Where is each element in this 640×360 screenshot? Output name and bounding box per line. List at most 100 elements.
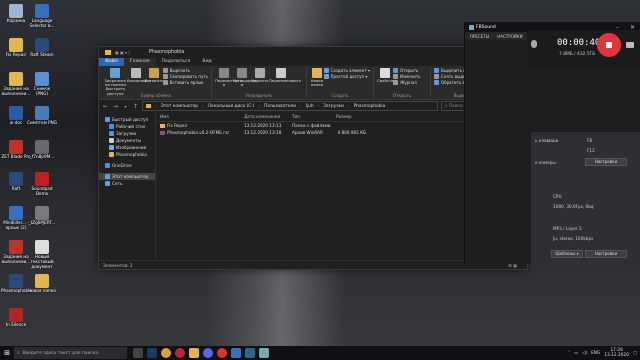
properties-button[interactable]: Свойства [377, 67, 396, 83]
column-type[interactable]: Тип [292, 114, 336, 119]
desktop-icon[interactable]: Language Selector в... [27, 2, 57, 30]
delete-button[interactable]: Удалить [251, 67, 269, 83]
nav-item[interactable]: OneDrive [99, 162, 155, 169]
app-icon [35, 72, 49, 86]
nav-item[interactable]: Phasmophobia [99, 151, 155, 158]
menu-settings[interactable]: НАСТРОЙКИ [497, 34, 522, 39]
paste-button[interactable]: Вставить [145, 67, 164, 83]
address-bar[interactable]: › Этот компьютер › Локальный диск (C:) › Поль… [142, 101, 438, 111]
opera-icon[interactable] [175, 348, 185, 358]
folder-icon [146, 104, 151, 108]
nav-item[interactable]: Быстрый доступ [99, 116, 155, 123]
hotkey-value-1[interactable]: F8 [587, 138, 592, 143]
taskbar-search[interactable]: ⌕ Введите здесь текст для поиска [14, 347, 127, 359]
forward-arrow-icon[interactable]: → [112, 103, 119, 110]
breadcrumb-item[interactable]: Загрузки [323, 104, 344, 109]
tab-home[interactable]: Главная [123, 58, 156, 66]
recent-chevron-icon[interactable]: ▾ [122, 104, 129, 109]
desktop-icon[interactable]: Новый текстовый документ [27, 238, 57, 269]
column-size[interactable]: Размер [336, 114, 366, 119]
app-icon [9, 106, 23, 120]
desktop-icon[interactable]: Raft Steam [27, 36, 57, 64]
desktop-icon[interactable]: Soundpad Demo [27, 170, 57, 198]
breadcrumb-separator: › [300, 103, 302, 109]
edit-button[interactable]: Изменить [393, 74, 421, 79]
desktop-icon[interactable]: _f7n8p9M... [27, 138, 57, 166]
windows-start-icon[interactable]: ⊞ [0, 346, 14, 360]
pin-button[interactable]: Закрепить на панели быстрого доступа [104, 67, 127, 96]
breadcrumb-item[interactable]: Локальный диск (C:) [208, 104, 255, 109]
app-icon [9, 38, 23, 52]
clock[interactable]: 17:28 13.12.2020 [604, 348, 629, 358]
nav-item-label: Рабочий стол [116, 124, 146, 129]
desktop-icon[interactable]: In Silence [1, 306, 31, 334]
nav-item[interactable]: Документы [99, 137, 155, 144]
hotkey-value-2[interactable]: F12 [587, 148, 595, 153]
tab-share[interactable]: Поделиться [156, 58, 197, 66]
media-icon[interactable] [217, 348, 227, 358]
rename-button[interactable]: Переименовать [269, 67, 301, 83]
steam-icon[interactable] [147, 348, 157, 358]
open-button[interactable]: Открыть [393, 68, 421, 73]
quick-access-toolbar[interactable]: ▣ ▣ ▾ | [115, 50, 141, 55]
nav-item-label: Документы [116, 138, 142, 143]
nav-item[interactable]: Сеть [99, 180, 155, 187]
volume-icon[interactable]: ◁) [582, 351, 587, 356]
notification-icon[interactable]: ▢ [633, 351, 637, 356]
mic-icon[interactable] [531, 40, 537, 48]
recorder-task-icon[interactable] [245, 348, 255, 358]
up-arrow-icon[interactable]: ↑ [132, 103, 139, 110]
new-folder-button[interactable]: Новая папка [310, 67, 324, 87]
app-icon [35, 274, 49, 288]
nav-item[interactable]: Этот компьютер [99, 173, 155, 180]
app-icon[interactable] [259, 348, 269, 358]
column-name[interactable]: Имя [156, 114, 244, 119]
nav-item[interactable]: Загрузки [99, 130, 155, 137]
explorer-body: Быстрый доступ Рабочий стол Загрузки Докуме… [99, 112, 527, 260]
nav-item[interactable]: Рабочий стол [99, 123, 155, 130]
desktop-icon[interactable]: Снимок (PNG) [27, 70, 57, 98]
settings-button[interactable]: Настройки [585, 250, 627, 258]
nav-item-label: Быстрый доступ [112, 117, 149, 122]
app-icon [35, 172, 49, 186]
tray-arrow-icon[interactable]: ˄ [568, 351, 570, 356]
back-arrow-icon[interactable]: ← [102, 103, 109, 110]
new-item-button[interactable]: Создать элемент ▾ [323, 68, 370, 73]
tab-view[interactable]: Вид [196, 58, 217, 66]
desktop-icon[interactable]: Симптом PNG [27, 104, 57, 132]
language-indicator[interactable]: ENG [591, 351, 600, 356]
column-date[interactable]: Дата изменения [244, 114, 292, 119]
explorer-icon[interactable] [189, 348, 199, 358]
menu-presets[interactable]: ПРЕСЕТЫ [470, 34, 489, 39]
stop-record-button[interactable] [597, 33, 621, 57]
camera-icon[interactable] [626, 42, 634, 48]
camera-settings-button[interactable]: Настройки [585, 158, 627, 166]
history-button[interactable]: Журнал [393, 80, 421, 85]
nav-item[interactable]: Изображения [99, 144, 155, 151]
discord-icon[interactable] [203, 348, 213, 358]
store-icon[interactable] [231, 348, 241, 358]
chrome-icon[interactable] [161, 348, 171, 358]
minimize-button[interactable]: – [616, 24, 619, 31]
app-icon [9, 308, 23, 322]
copy-to-button[interactable]: Копировать в [233, 67, 257, 87]
task-view-icon[interactable] [133, 348, 143, 358]
copy-path-button[interactable]: Скопировать путь [162, 74, 208, 79]
breadcrumb-item[interactable]: Пользователи [264, 104, 296, 109]
move-to-button[interactable]: Переместить в [215, 67, 242, 87]
app-icon [9, 172, 23, 186]
cut-button[interactable]: Вырезать [162, 68, 208, 73]
desktop-icon[interactable]: Новая папка [27, 272, 57, 300]
tab-file[interactable]: Файл [99, 58, 124, 66]
breadcrumb-item[interactable]: Этот компьютер [161, 104, 198, 109]
desktop-icon[interactable]: _tZg6PJERT... [27, 204, 57, 232]
easy-access-button[interactable]: Простой доступ ▾ [323, 74, 370, 79]
desktop-icon-label: Language Selector в... [29, 18, 55, 28]
breadcrumb-item[interactable]: ljuh [306, 104, 314, 109]
close-button[interactable]: ✕ [630, 24, 635, 31]
copy-button[interactable]: Копировать [127, 67, 151, 83]
paste-shortcut-button[interactable]: Вставить ярлык [162, 80, 208, 85]
preset-select[interactable]: Шаблоны ▾ [551, 250, 583, 258]
breadcrumb-item[interactable]: Phasmophobia [354, 104, 386, 109]
network-icon[interactable]: ▭ [574, 351, 578, 356]
